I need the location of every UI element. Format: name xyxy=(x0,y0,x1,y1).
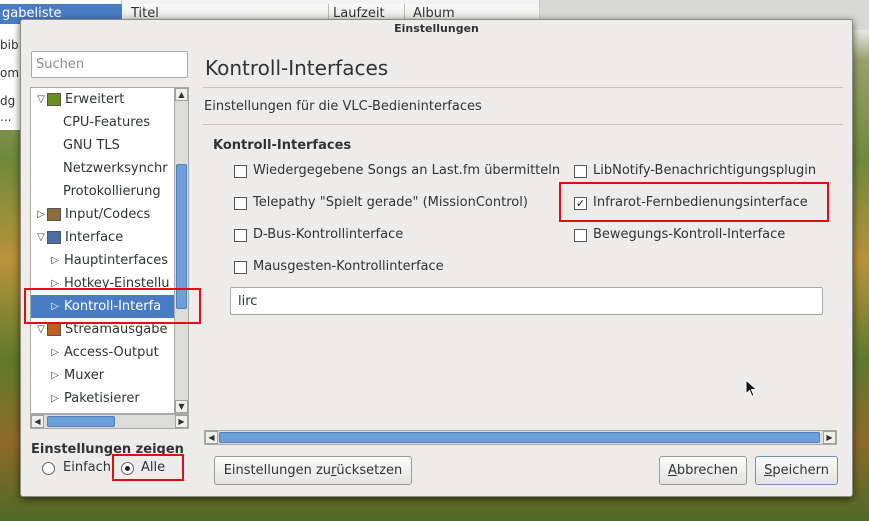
expander-closed-icon[interactable]: ▷ xyxy=(49,272,61,295)
tree-item-paketisierer[interactable]: ▷ Paketisierer xyxy=(31,387,175,410)
sidebar-fragment: ... xyxy=(0,110,12,124)
tree-item-label: Netzwerksynchr xyxy=(63,161,168,176)
stream-icon xyxy=(47,323,61,336)
section-title: Kontroll-Interfaces xyxy=(213,138,352,153)
reset-label-pre: Einstellungen zu xyxy=(223,463,332,478)
scroll-left-arrow-icon[interactable]: ◀ xyxy=(205,431,218,444)
tree-item-gnu-tls[interactable]: GNU TLS xyxy=(31,134,175,157)
checkbox-label[interactable]: Mausgesten-Kontrollinterface xyxy=(253,259,444,274)
dialog-title: Einstellungen xyxy=(394,22,479,35)
sidebar-fragment: dg xyxy=(0,94,16,108)
divider xyxy=(203,87,843,88)
tree-item-hotkey-einstellu[interactable]: ▷ Hotkey-Einstellu xyxy=(31,272,175,295)
tree-item-label: Kontroll-Interfa xyxy=(64,299,162,314)
tree-item-label: Input/Codecs xyxy=(65,207,151,222)
page-description: Einstellungen für die VLC-Bedieninterfac… xyxy=(204,99,482,114)
tree-item-label: Paketisierer xyxy=(64,391,140,406)
radio-all-label[interactable]: Alle xyxy=(141,460,165,475)
tree-item-label: Protokollierung xyxy=(63,184,161,199)
scroll-left-arrow-icon[interactable]: ◀ xyxy=(31,415,44,428)
expander-open-icon[interactable]: ▽ xyxy=(35,88,47,111)
tree-item-label: GNU TLS xyxy=(63,138,120,153)
radio-simple[interactable] xyxy=(42,462,55,475)
scroll-right-arrow-icon[interactable]: ▶ xyxy=(175,415,188,428)
interface-module-input[interactable] xyxy=(230,287,823,315)
tree-item-label: Muxer xyxy=(64,368,105,383)
tree-item-label: Hauptinterfaces xyxy=(64,253,169,268)
checkbox[interactable] xyxy=(234,229,247,242)
expander-closed-icon[interactable]: ▷ xyxy=(49,364,61,387)
expander-closed-icon[interactable]: ▷ xyxy=(35,203,47,226)
page-title: Kontroll-Interfaces xyxy=(205,56,389,80)
reset-label-post: ücksetzen xyxy=(336,463,403,478)
divider xyxy=(203,124,843,125)
expander-open-icon[interactable]: ▽ xyxy=(35,318,47,341)
expander-open-icon[interactable]: ▽ xyxy=(35,226,47,249)
expander-closed-icon[interactable]: ▷ xyxy=(49,249,61,272)
content-horizontal-scrollbar[interactable]: ◀ ▶ xyxy=(204,430,837,445)
sidebar-fragment: om xyxy=(0,66,20,80)
expander-closed-icon[interactable]: ▷ xyxy=(49,295,61,318)
checkbox-label[interactable]: LibNotify-Benachrichtigungsplugin xyxy=(593,163,816,178)
tree-item-hauptinterfaces[interactable]: ▷ Hauptinterfaces xyxy=(31,249,175,272)
checkbox-label[interactable]: Telepathy "Spielt gerade" (MissionContro… xyxy=(253,195,528,210)
tree-item-interface[interactable]: ▽ Interface xyxy=(31,226,175,249)
reset-settings-button[interactable]: Einstellungen zurücksetzen xyxy=(214,456,412,485)
checkbox[interactable] xyxy=(234,165,247,178)
horizontal-scroll-thumb[interactable] xyxy=(47,416,115,427)
checkbox[interactable] xyxy=(574,165,587,178)
checkbox-label[interactable]: Infrarot-Fernbedienungsinterface xyxy=(593,195,808,210)
checkbox[interactable]: ✓ xyxy=(574,197,587,210)
tree-item-access-output[interactable]: ▷ Access-Output xyxy=(31,341,175,364)
settings-tree: ▽ Erweitert CPU-Features GNU TLS Netzwerksyn… xyxy=(30,87,188,414)
checkbox-label[interactable]: D-Bus-Kontrollinterface xyxy=(253,227,403,242)
tree-item-label: Access-Output xyxy=(64,345,159,360)
interface-icon xyxy=(47,231,61,244)
scroll-up-arrow-icon[interactable]: ▲ xyxy=(175,88,188,101)
tree-vertical-scrollbar[interactable]: ▲ ▼ xyxy=(174,87,189,414)
tree-item-label: Hotkey-Einstellu xyxy=(64,276,170,291)
scroll-down-arrow-icon[interactable]: ▼ xyxy=(175,400,188,413)
tree-item-label: Streamausgabe xyxy=(65,322,168,337)
radio-simple-label[interactable]: Einfach xyxy=(63,460,111,475)
tree-item-label: CPU-Features xyxy=(63,115,151,130)
tree-item-streamausgabe[interactable]: ▽ Streamausgabe xyxy=(31,318,175,341)
tree-horizontal-scrollbar[interactable]: ◀ ▶ xyxy=(30,414,189,429)
content-scroll-thumb[interactable] xyxy=(219,432,820,443)
tree-item-label: Erweitert xyxy=(65,92,125,107)
save-label-post: peichern xyxy=(772,463,829,478)
cancel-button[interactable]: Abbrechen xyxy=(659,456,747,485)
checkbox[interactable] xyxy=(574,229,587,242)
save-button[interactable]: Speichern xyxy=(755,456,838,485)
checkbox-label[interactable]: Bewegungs-Kontroll-Interface xyxy=(593,227,785,242)
tree-item-protokollierung[interactable]: Protokollierung xyxy=(31,180,175,203)
show-settings-label: Einstellungen zeigen xyxy=(31,442,184,457)
radio-all[interactable] xyxy=(121,462,134,475)
chip-icon xyxy=(47,93,61,106)
tree-item-muxer[interactable]: ▷ Muxer xyxy=(31,364,175,387)
expander-closed-icon[interactable]: ▷ xyxy=(49,387,61,410)
cancel-label-post: bbrechen xyxy=(676,463,739,478)
tree-item-erweitert[interactable]: ▽ Erweitert xyxy=(31,88,175,111)
tree-item-label: Interface xyxy=(65,230,124,245)
settings-dialog: Einstellungen ▽ Erweitert CPU-Features GNU … xyxy=(20,19,853,497)
sidebar-fragment: bib xyxy=(0,38,19,52)
search-input[interactable] xyxy=(31,51,188,78)
scroll-right-arrow-icon[interactable]: ▶ xyxy=(823,431,836,444)
cancel-label-mnemonic: A xyxy=(667,463,677,478)
mouse-pointer-icon xyxy=(745,379,758,398)
tree-item-input-codecs[interactable]: ▷ Input/Codecs xyxy=(31,203,175,226)
checkbox[interactable] xyxy=(234,197,247,210)
tree-item-netzwerksynchr[interactable]: Netzwerksynchr xyxy=(31,157,175,180)
checkbox[interactable] xyxy=(234,261,247,274)
codec-icon xyxy=(47,208,61,221)
tree-item-kontroll-interfa[interactable]: ▷ Kontroll-Interfa xyxy=(31,295,175,318)
checkbox-label[interactable]: Wiedergegebene Songs an Last.fm übermitt… xyxy=(253,163,560,178)
tree-item-cpu-features[interactable]: CPU-Features xyxy=(31,111,175,134)
expander-closed-icon[interactable]: ▷ xyxy=(49,341,61,364)
vertical-scroll-thumb[interactable] xyxy=(176,164,187,309)
